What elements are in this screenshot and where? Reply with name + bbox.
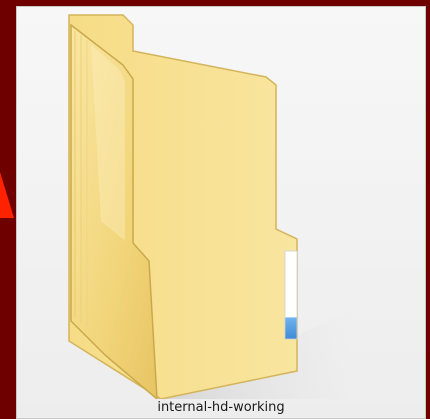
folder-icon <box>68 14 351 399</box>
folder-item[interactable]: internal-hd-working <box>16 6 426 419</box>
red-arrow-marker <box>0 172 14 218</box>
folder-name-label: internal-hd-working <box>157 400 285 415</box>
desktop-background: internal-hd-working <box>0 0 430 419</box>
